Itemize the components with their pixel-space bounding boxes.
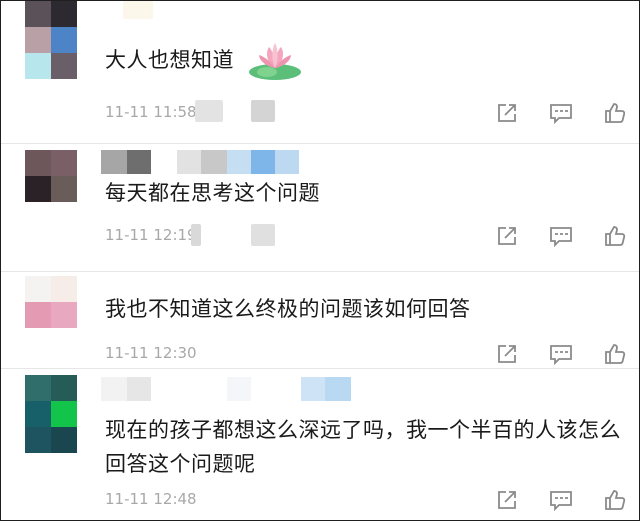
share-button[interactable] [493, 222, 521, 250]
share-button[interactable] [493, 99, 521, 127]
comment-actions [493, 486, 629, 514]
share-button[interactable] [493, 340, 521, 368]
username-blur [123, 1, 153, 19]
comment-timestamp: 11-11 11:58 [105, 103, 197, 121]
comment-item: 大人也想知道 11-11 11:58 [1, 1, 639, 143]
comment-text: 大人也想知道 [105, 41, 625, 81]
comment-icon [550, 345, 572, 365]
comment-text: 每天都在思考这个问题 [105, 181, 320, 205]
comment-icon [550, 227, 572, 247]
share-icon [498, 491, 516, 509]
lotus-emoji-icon [249, 43, 302, 80]
comment-item: 每天都在思考这个问题 11-11 12:19 [1, 144, 639, 271]
username-blur [101, 377, 351, 401]
thumbs-up-icon [605, 490, 626, 510]
comment-timestamp: 11-11 12:30 [105, 344, 197, 362]
comment-item: 现在的孩子都想这么深远了吗，我一个半百的人该怎么回答这个问题呢 11-11 12… [1, 369, 639, 520]
avatar[interactable] [25, 1, 77, 79]
comment-actions [493, 340, 629, 368]
location-blur [251, 100, 275, 122]
avatar[interactable] [25, 150, 77, 202]
reply-button[interactable] [547, 222, 575, 250]
reply-button[interactable] [547, 486, 575, 514]
comment-icon [550, 104, 572, 124]
location-blur [191, 224, 201, 246]
location-blur [251, 224, 275, 246]
comment-icon [550, 491, 572, 511]
reply-button[interactable] [547, 340, 575, 368]
username-blur [101, 150, 299, 174]
share-button[interactable] [493, 486, 521, 514]
comment-item: 我也不知道这么终极的问题该如何回答 11-11 12:30 [1, 272, 639, 368]
like-button[interactable] [601, 99, 629, 127]
comment-text-content: 大人也想知道 [105, 48, 234, 72]
comment-actions [493, 99, 629, 127]
share-icon [498, 227, 516, 245]
thumbs-up-icon [605, 226, 626, 246]
like-button[interactable] [601, 222, 629, 250]
reply-button[interactable] [547, 99, 575, 127]
thumbs-up-icon [605, 103, 626, 123]
comment-actions [493, 222, 629, 250]
comment-timestamp: 11-11 12:19 [105, 226, 197, 244]
comment-list: 大人也想知道 11-11 11:58 每天都在思考这个问题 11-11 12:1… [0, 0, 640, 521]
avatar[interactable] [25, 276, 77, 328]
comment-timestamp: 11-11 12:48 [105, 490, 197, 508]
location-blur [195, 100, 223, 122]
share-icon [498, 345, 516, 363]
comment-text: 我也不知道这么终极的问题该如何回答 [105, 297, 471, 321]
thumbs-up-icon [605, 344, 626, 364]
like-button[interactable] [601, 340, 629, 368]
like-button[interactable] [601, 486, 629, 514]
avatar[interactable] [25, 375, 77, 453]
share-icon [498, 104, 516, 122]
comment-text: 现在的孩子都想这么深远了吗，我一个半百的人该怎么回答这个问题呢 [105, 418, 621, 476]
